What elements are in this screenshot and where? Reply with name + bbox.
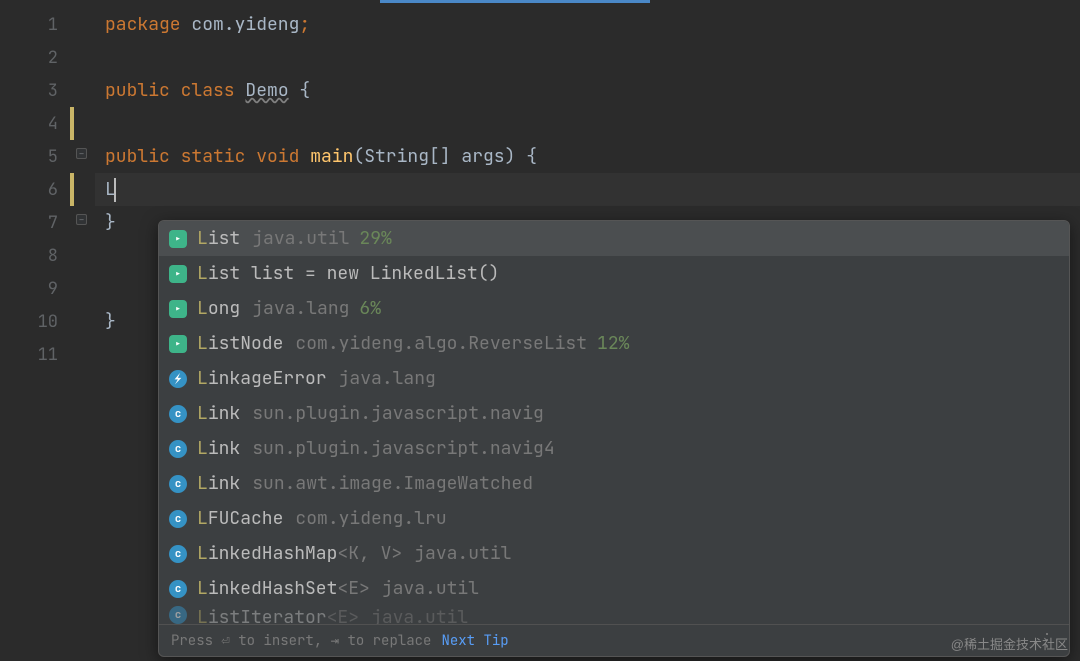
completion-item[interactable]: ▸ Listjava.util29%	[159, 221, 1069, 256]
suggestion-icon: ▸	[169, 335, 187, 353]
class-icon: c	[169, 510, 187, 528]
popup-footer: Press ⏎ to insert, ⇥ to replace Next Tip…	[159, 624, 1069, 656]
completion-text: LinkageErrorjava.lang	[197, 367, 436, 390]
line-number: 3	[48, 80, 58, 102]
line-number: 2	[48, 47, 58, 69]
change-marker	[70, 107, 74, 140]
suggestion-icon: ▸	[169, 265, 187, 283]
line-number: 5	[48, 146, 58, 168]
completion-item[interactable]: ⚡ LinkageErrorjava.lang	[159, 361, 1069, 396]
completion-item[interactable]: c LinkedHashSet<E>java.util	[159, 571, 1069, 606]
line-number: 8	[48, 245, 58, 267]
line-number: 11	[38, 344, 58, 366]
completion-text: LinkedHashSet<E>java.util	[197, 577, 479, 600]
completion-item[interactable]: c ListIterator<E>java.util	[159, 606, 1069, 624]
code-line-current: L	[95, 173, 1080, 206]
completion-item[interactable]: c Linksun.awt.image.ImageWatched	[159, 466, 1069, 501]
footer-hint: Press ⏎ to insert, ⇥ to replace	[171, 632, 431, 650]
completion-text: Linksun.plugin.javascript.navig	[197, 402, 544, 425]
suggestion-icon: ▸	[169, 230, 187, 248]
completion-popup[interactable]: ▸ Listjava.util29% ▸ List list = new Linked…	[158, 220, 1070, 657]
change-marker	[70, 173, 74, 206]
text-cursor	[114, 178, 116, 202]
completion-text: LFUCachecom.yideng.lru	[197, 507, 447, 530]
completion-item[interactable]: c Linksun.plugin.javascript.navig	[159, 396, 1069, 431]
line-number: 10	[38, 311, 58, 333]
completion-text: LinkedHashMap<K, V>java.util	[197, 542, 511, 565]
suggestion-icon: ▸	[169, 300, 187, 318]
completion-text: Longjava.lang6%	[197, 297, 381, 320]
completion-item[interactable]: ▸ Longjava.lang6%	[159, 291, 1069, 326]
completion-text: ListNodecom.yideng.algo.ReverseList12%	[197, 332, 629, 355]
next-tip-link[interactable]: Next Tip	[441, 632, 508, 650]
completion-text: List list = new LinkedList()	[197, 262, 499, 285]
line-number: 7	[48, 212, 58, 234]
completion-text: Listjava.util29%	[197, 227, 392, 250]
line-number: 6	[48, 179, 58, 201]
fold-expand-icon[interactable]: −	[76, 214, 87, 225]
completion-text: Linksun.plugin.javascript.navig4	[197, 437, 555, 460]
gutter: 1 2 3▶ 4 5▶ 6 7 8 9 10 11	[0, 0, 70, 661]
class-icon: c	[169, 606, 187, 624]
fold-column: − −	[70, 0, 95, 661]
completion-item[interactable]: ▸ List list = new LinkedList()	[159, 256, 1069, 291]
code-line: public static void main(String[] args) {	[105, 140, 1080, 173]
class-icon: c	[169, 405, 187, 423]
code-line	[105, 41, 1080, 74]
completion-text: ListIterator<E>java.util	[197, 606, 468, 624]
completion-item[interactable]: c LFUCachecom.yideng.lru	[159, 501, 1069, 536]
completion-text: Linksun.awt.image.ImageWatched	[197, 472, 533, 495]
watermark: @稀土掘金技术社区	[951, 634, 1068, 653]
class-icon: c	[169, 440, 187, 458]
completion-item[interactable]: c LinkedHashMap<K, V>java.util	[159, 536, 1069, 571]
line-number: 4	[48, 113, 58, 135]
fold-collapse-icon[interactable]: −	[76, 148, 87, 159]
code-line: public class Demo {	[105, 74, 1080, 107]
code-line	[105, 107, 1080, 140]
class-icon: c	[169, 580, 187, 598]
completion-item[interactable]: c Linksun.plugin.javascript.navig4	[159, 431, 1069, 466]
line-number: 1	[48, 14, 58, 36]
bolt-icon: ⚡	[169, 370, 187, 388]
class-icon: c	[169, 545, 187, 563]
code-line: package com.yideng;	[105, 8, 1080, 41]
line-number: 9	[48, 278, 58, 300]
completion-item[interactable]: ▸ ListNodecom.yideng.algo.ReverseList12%	[159, 326, 1069, 361]
class-icon: c	[169, 475, 187, 493]
